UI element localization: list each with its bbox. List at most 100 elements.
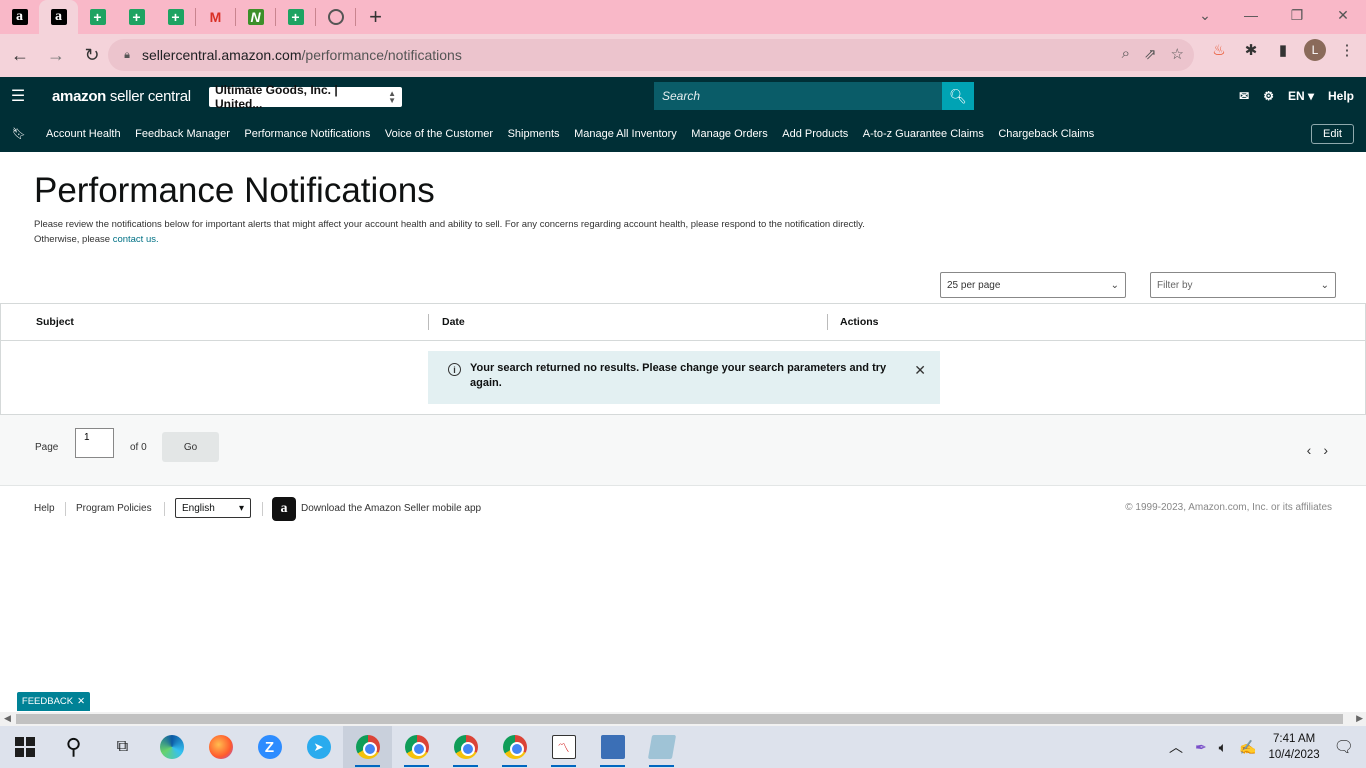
restore-icon[interactable]: ❐	[1274, 0, 1320, 30]
tab-amazon-active[interactable]: a	[39, 0, 78, 34]
nav-a-to-z-claims[interactable]: A-to-z Guarantee Claims	[863, 128, 984, 140]
forward-icon[interactable]: →	[40, 40, 72, 72]
url-text[interactable]: sellercentral.amazon.com/performance/not…	[142, 47, 462, 63]
amazon-seller-app-icon[interactable]: a	[272, 497, 296, 521]
minimize-icon[interactable]: —	[1228, 0, 1274, 30]
chevron-left-icon[interactable]: ‹	[1307, 442, 1312, 458]
scrollbar-thumb[interactable]	[16, 714, 1343, 724]
notes-app-icon[interactable]	[637, 726, 686, 768]
nav-performance-notifications[interactable]: Performance Notifications	[244, 128, 370, 140]
task-view-icon[interactable]: ⧉	[98, 726, 147, 768]
chrome-window-2[interactable]	[392, 726, 441, 768]
volume-icon[interactable]: 🔈︎	[1219, 739, 1227, 756]
page-number-input[interactable]	[75, 428, 114, 458]
horizontal-scrollbar[interactable]: ◀ ▶	[0, 712, 1366, 726]
footer: Help Program Policies English ▾ a Downlo…	[0, 495, 1366, 523]
chevron-up-icon[interactable]: ︿	[1169, 737, 1183, 757]
tab-sheets-4[interactable]: +	[276, 0, 315, 34]
notifications-icon[interactable]: 🗨︎	[1334, 737, 1354, 757]
tab-sheets-2[interactable]: +	[117, 0, 156, 34]
extension-area: ♨ ✱ ▮ L ⋮	[1208, 39, 1358, 61]
tab-gmail[interactable]: M	[196, 0, 235, 34]
download-app-link[interactable]: Download the Amazon Seller mobile app	[301, 503, 481, 514]
column-date[interactable]: Date	[442, 316, 465, 328]
address-bar[interactable]: 🔒︎ sellercentral.amazon.com/performance/…	[108, 39, 1194, 71]
close-icon[interactable]: ✕	[914, 362, 926, 379]
calculator-icon[interactable]	[588, 726, 637, 768]
nav-manage-orders[interactable]: Manage Orders	[691, 128, 767, 140]
chrome-window-1[interactable]	[343, 726, 392, 768]
chrome-menu-icon[interactable]: ⋮	[1336, 39, 1358, 61]
zoom-icon[interactable]: ⌕	[1122, 45, 1130, 63]
scroll-right-icon[interactable]: ▶	[1356, 713, 1363, 724]
reload-icon[interactable]: ↻	[76, 40, 108, 72]
search-button[interactable]: 🔍︎	[942, 82, 974, 110]
help-link[interactable]: Help	[1328, 89, 1354, 103]
close-icon[interactable]: ✕	[77, 696, 85, 707]
bookmark-star-icon[interactable]: ☆	[1171, 45, 1184, 63]
back-icon[interactable]: ←	[4, 40, 36, 72]
tab-sheets-1[interactable]: +	[78, 0, 117, 34]
new-tab-button[interactable]: +	[356, 0, 395, 34]
lock-icon[interactable]: 🔒︎	[120, 48, 134, 62]
filter-placeholder: Filter by	[1157, 279, 1193, 291]
search-input[interactable]	[654, 82, 942, 110]
close-window-icon[interactable]: ✕	[1320, 0, 1366, 30]
page-count: of 0	[130, 442, 147, 453]
chevron-right-icon[interactable]: ›	[1323, 442, 1328, 458]
clock[interactable]: 7:41 AM 10/4/2023	[1269, 731, 1320, 763]
scroll-left-icon[interactable]: ◀	[4, 713, 11, 724]
tab-n-app[interactable]: N	[236, 0, 275, 34]
nav-feedback-manager[interactable]: Feedback Manager	[135, 128, 230, 140]
edit-nav-button[interactable]: Edit	[1311, 124, 1354, 144]
hamburger-menu-icon[interactable]: ☰	[0, 77, 36, 115]
copyright: © 1999-2023, Amazon.com, Inc. or its aff…	[1125, 502, 1332, 513]
column-divider	[827, 314, 828, 330]
browser-tab-strip: a a + + + M N + + ⌄ — ❐ ✕	[0, 0, 1366, 34]
zoom-app-icon[interactable]: Z	[245, 726, 294, 768]
footer-language-select[interactable]: English ▾	[175, 498, 251, 518]
chrome-window-4[interactable]	[490, 726, 539, 768]
nav-chargeback-claims[interactable]: Chargeback Claims	[998, 128, 1094, 140]
mail-icon[interactable]: ✉	[1239, 89, 1249, 103]
nav-add-products[interactable]: Add Products	[782, 128, 848, 140]
column-subject[interactable]: Subject	[36, 316, 74, 328]
bookmark-icon[interactable]: 🔖︎	[0, 115, 38, 152]
tab-amazon[interactable]: a	[0, 0, 39, 34]
nav-voice-of-customer[interactable]: Voice of the Customer	[385, 128, 493, 140]
nav-manage-inventory[interactable]: Manage All Inventory	[574, 128, 677, 140]
account-switcher[interactable]: Ultimate Goods, Inc. | United... ▲ ▼	[209, 83, 402, 111]
nav-account-health[interactable]: Account Health	[46, 128, 121, 140]
program-policies-link[interactable]: Program Policies	[76, 503, 152, 514]
firefox-icon[interactable]	[196, 726, 245, 768]
fire-extension-icon[interactable]: ♨	[1208, 39, 1230, 61]
nav-shipments[interactable]: Shipments	[508, 128, 560, 140]
footer-help-link[interactable]: Help	[34, 503, 55, 514]
tab-sheets-3[interactable]: +	[156, 0, 195, 34]
start-button[interactable]	[0, 726, 49, 768]
side-panel-icon[interactable]: ▮	[1272, 39, 1294, 61]
edge-icon[interactable]	[147, 726, 196, 768]
gear-icon[interactable]: ⚙	[1263, 89, 1274, 103]
updown-arrows-icon: ▲ ▼	[388, 89, 396, 105]
seller-central-logo[interactable]: amazon seller central	[52, 88, 191, 105]
browser-toolbar: ← → ↻ 🔒︎ sellercentral.amazon.com/perfor…	[0, 34, 1366, 77]
per-page-select[interactable]: 25 per page ⌄	[940, 272, 1126, 298]
profile-avatar[interactable]: L	[1304, 39, 1326, 61]
puzzle-extensions-icon[interactable]: ✱	[1240, 39, 1262, 61]
contact-us-link[interactable]: contact us.	[113, 234, 159, 245]
go-button[interactable]: Go	[162, 432, 219, 462]
stock-app-icon[interactable]: 〽	[539, 726, 588, 768]
tab-globe[interactable]	[316, 0, 355, 34]
feedback-button[interactable]: FEEDBACK ✕	[17, 692, 90, 711]
language-selector[interactable]: EN ▾	[1288, 89, 1314, 103]
handwriting-icon[interactable]: ✍	[1239, 739, 1256, 756]
chrome-window-3[interactable]	[441, 726, 490, 768]
search-taskbar-icon[interactable]: ⚲	[49, 726, 98, 768]
share-icon[interactable]: ⇗	[1144, 45, 1157, 63]
pen-icon[interactable]: ✒	[1195, 739, 1207, 756]
table-header: Subject Date Actions	[1, 304, 1365, 341]
telegram-icon[interactable]: ➤	[294, 726, 343, 768]
filter-select[interactable]: Filter by ⌄	[1150, 272, 1336, 298]
tab-search-icon[interactable]: ⌄	[1182, 0, 1228, 30]
